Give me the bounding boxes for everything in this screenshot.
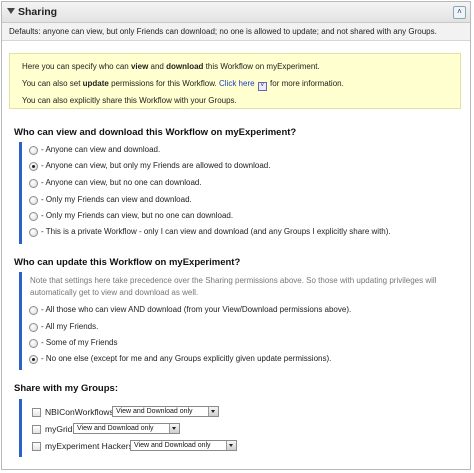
info-bold-update: update <box>82 79 109 88</box>
info-text: You can also set <box>22 79 83 88</box>
update-note: Note that settings here take precedence … <box>30 276 437 297</box>
panel-header[interactable]: Sharing ˄ <box>2 2 470 23</box>
group-permission-select[interactable]: View and Download only <box>130 440 237 451</box>
info-bold-download: download <box>166 62 204 71</box>
chevron-down-icon[interactable] <box>226 441 236 450</box>
group-permission-select[interactable]: View and Download only <box>73 423 180 434</box>
radio-button[interactable] <box>29 355 38 364</box>
update-option-label: - All those who can view AND download (f… <box>41 305 352 314</box>
expand-arrow-icon[interactable] <box>7 8 15 14</box>
sharing-panel: Sharing ˄ Defaults: anyone can view, but… <box>1 1 471 470</box>
radio-button[interactable] <box>29 212 38 221</box>
radio-button[interactable] <box>29 323 38 332</box>
group-permission-select[interactable]: View and Download only <box>112 406 219 417</box>
info-line-3: You can also explicitly share this Workf… <box>22 96 237 105</box>
info-line-2: You can also set update permissions for … <box>22 79 344 91</box>
view-option-label: - Anyone can view and download. <box>41 145 161 154</box>
group-name: myGrid <box>45 424 73 434</box>
radio-button[interactable] <box>29 306 38 315</box>
groups-section-bar <box>19 399 22 457</box>
info-text: and <box>148 62 167 71</box>
update-option-label: - All my Friends. <box>41 322 99 331</box>
double-chevron-up-icon[interactable]: ˄ <box>453 6 466 19</box>
update-section-title: Who can update this Workflow on myExperi… <box>14 257 241 268</box>
select-value: View and Download only <box>134 442 211 449</box>
select-value: View and Download only <box>77 425 154 432</box>
groups-section-title: Share with my Groups: <box>14 383 118 394</box>
radio-button[interactable] <box>29 162 38 171</box>
info-text: for more information. <box>267 79 344 88</box>
view-option-label: - Only my Friends can view and download. <box>41 195 192 204</box>
defaults-summary-text: Defaults: anyone can view, but only Frie… <box>9 27 437 36</box>
chevron-down-icon[interactable] <box>208 407 218 416</box>
radio-button[interactable] <box>29 196 38 205</box>
info-box: Here you can specify who can view and do… <box>9 53 461 109</box>
group-checkbox[interactable] <box>32 442 41 451</box>
group-name: NBIConWorkflows <box>45 407 114 417</box>
defaults-summary: Defaults: anyone can view, but only Frie… <box>2 23 470 41</box>
expand-down-icon[interactable]: ˅ <box>257 82 267 91</box>
info-line-1: Here you can specify who can view and do… <box>22 62 320 71</box>
view-option-label: - Anyone can view, but only my Friends a… <box>41 161 271 170</box>
group-name: myExperiment Hackers <box>45 441 133 451</box>
select-value: View and Download only <box>116 408 193 415</box>
radio-button[interactable] <box>29 179 38 188</box>
view-section-title: Who can view and download this Workflow … <box>14 127 297 138</box>
panel-title: Sharing <box>18 6 58 18</box>
info-text: this Workflow on myExperiment. <box>203 62 320 71</box>
view-option-label: - This is a private Workflow - only I ca… <box>41 227 391 236</box>
update-section-bar <box>19 272 22 370</box>
radio-button[interactable] <box>29 228 38 237</box>
view-option-label: - Only my Friends can view, but no one c… <box>41 211 234 220</box>
update-option-label: - Some of my Friends <box>41 338 118 347</box>
info-bold-view: view <box>130 62 149 71</box>
view-section-bar <box>19 142 22 244</box>
radio-button[interactable] <box>29 146 38 155</box>
view-option-label: - Anyone can view, but no one can downlo… <box>41 178 202 187</box>
group-checkbox[interactable] <box>32 425 41 434</box>
info-text: Here you can specify who can <box>22 62 131 71</box>
radio-button[interactable] <box>29 339 38 348</box>
update-option-label: - No one else (except for me and any Gro… <box>41 354 332 363</box>
info-text: permissions for this Workflow. <box>108 79 219 88</box>
group-checkbox[interactable] <box>32 408 41 417</box>
chevron-down-icon[interactable] <box>169 424 179 433</box>
click-here-link[interactable]: Click here <box>219 79 255 88</box>
